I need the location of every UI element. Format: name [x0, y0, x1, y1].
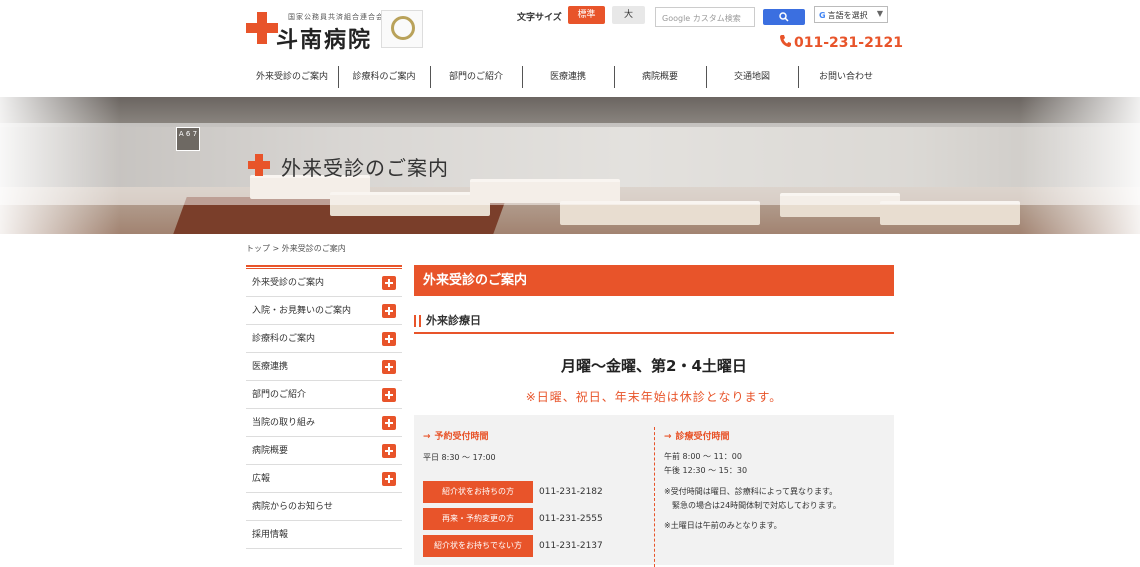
plus-icon[interactable]	[382, 276, 396, 290]
hero-cross-icon	[248, 154, 270, 176]
sidebar-item-outpatient[interactable]: 外来受診のご案内	[246, 269, 402, 297]
chevron-down-icon: ▼	[876, 9, 883, 18]
font-size-label: 文字サイズ	[517, 13, 562, 23]
site-header: 国家公務員共済組合連合会 斗南病院 文字サイズ 標準 大 Google カスタム…	[0, 0, 1140, 97]
logo-name: 斗南病院	[276, 28, 373, 53]
logo-subtitle: 国家公務員共済組合連合会	[288, 13, 384, 21]
phone-number[interactable]: 011-231-2121	[780, 35, 903, 51]
consultation-title: → 診療受付時間	[664, 432, 730, 442]
closed-note: ※日曜、祝日、年末年始は休診となります。	[525, 390, 783, 404]
sidebar-item-label: 入院・お見舞いのご案内	[252, 306, 352, 316]
arrow-icon: →	[423, 432, 431, 442]
revisit-button[interactable]: 再来・予約変更の方	[423, 508, 533, 530]
font-size-standard-button[interactable]: 標準	[568, 6, 605, 24]
nav-item-medical-cooperation[interactable]: 医療連携	[522, 66, 614, 88]
nav-item-contact[interactable]: お問い合わせ	[798, 66, 894, 88]
plus-icon[interactable]	[382, 304, 396, 318]
no-referral-tel[interactable]: 011-231-2137	[539, 535, 603, 557]
sidebar-item-label: 病院からのお知らせ	[252, 502, 333, 512]
sidebar-item-label: 病院概要	[252, 446, 289, 456]
language-select-label: 言語を選択	[827, 11, 868, 20]
sidebar-item-label: 広報	[252, 474, 271, 484]
phone-number-text: 011-231-2121	[794, 35, 904, 51]
sidebar-item-initiatives[interactable]: 当院の取り組み	[246, 409, 402, 437]
page-title: 外来受診のご案内	[281, 156, 449, 180]
referral-button[interactable]: 紹介状をお持ちの方	[423, 481, 533, 503]
hero-banner: A 6 7 外来受診のご案内	[0, 97, 1140, 234]
nav-item-divisions[interactable]: 部門のご紹介	[430, 66, 522, 88]
sidebar-item-label: 外来受診のご案内	[252, 278, 325, 288]
sidebar-item-label: 診療科のご案内	[252, 334, 316, 344]
nav-item-about[interactable]: 病院概要	[614, 66, 706, 88]
plus-icon[interactable]	[382, 416, 396, 430]
search-input[interactable]: Google カスタム検索	[655, 7, 755, 27]
consultation-pm: 午後 12:30 〜 15：30	[664, 466, 748, 475]
plus-icon[interactable]	[382, 360, 396, 374]
sidebar-item-label: 当院の取り組み	[252, 418, 316, 428]
clinic-days: 月曜〜金曜、第2・4土曜日	[561, 357, 747, 375]
sidebar-item-pr[interactable]: 広報	[246, 465, 402, 493]
plus-icon[interactable]	[382, 388, 396, 402]
box-divider	[654, 427, 655, 567]
search-button[interactable]	[763, 9, 805, 25]
nav-item-departments[interactable]: 診療科のご案内	[338, 66, 430, 88]
content-heading: 外来受診のご案内	[414, 265, 894, 296]
arrow-icon: →	[664, 432, 672, 442]
saturday-note: ※土曜日は午前のみとなります。	[664, 521, 782, 530]
google-icon: G	[819, 11, 826, 20]
sidebar-item-label: 部門のご紹介	[252, 390, 307, 400]
breadcrumb[interactable]: トップ > 外来受診のご案内	[246, 243, 346, 254]
reservation-hours: 平日 8:30 〜 17:00	[423, 453, 496, 462]
nav-item-outpatient[interactable]: 外来受診のご案内	[246, 66, 338, 88]
section-heading: 外来診療日	[414, 310, 894, 334]
room-sign: A 6 7	[176, 127, 200, 151]
plus-icon[interactable]	[382, 444, 396, 458]
revisit-tel[interactable]: 011-231-2555	[539, 508, 603, 530]
heading-bars-icon	[414, 315, 421, 327]
referral-tel[interactable]: 011-231-2182	[539, 481, 603, 503]
sidebar-item-about[interactable]: 病院概要	[246, 437, 402, 465]
sidebar-item-recruit[interactable]: 採用情報	[246, 521, 402, 549]
reservation-title: → 予約受付時間	[423, 432, 489, 442]
font-size-large-button[interactable]: 大	[612, 6, 645, 24]
sidebar-item-label: 医療連携	[252, 362, 289, 372]
main-content: 外来受診のご案内 外来診療日 月曜〜金曜、第2・4土曜日 ※日曜、祝日、年末年始…	[414, 265, 894, 567]
sidebar-item-label: 採用情報	[252, 530, 289, 540]
sidebar-item-news[interactable]: 病院からのお知らせ	[246, 493, 402, 521]
logo-cross-icon	[246, 12, 278, 44]
no-referral-button[interactable]: 紹介状をお持ちでない方	[423, 535, 533, 557]
phone-icon	[780, 35, 792, 51]
accreditation-seal-icon	[381, 10, 423, 48]
plus-icon[interactable]	[382, 332, 396, 346]
nav-item-access-map[interactable]: 交通地図	[706, 66, 798, 88]
language-select[interactable]: G 言語を選択 ▼	[814, 6, 888, 23]
global-nav: 外来受診のご案内 診療科のご案内 部門のご紹介 医療連携 病院概要 交通地図 お…	[246, 66, 894, 88]
hours-box: → 予約受付時間 平日 8:30 〜 17:00 紹介状をお持ちの方 011-23…	[414, 415, 894, 567]
consultation-am: 午前 8:00 〜 11：00	[664, 452, 742, 461]
sidebar-item-departments[interactable]: 診療科のご案内	[246, 325, 402, 353]
sidebar-menu: 外来受診のご案内 入院・お見舞いのご案内 診療科のご案内 医療連携 部門のご紹介…	[246, 265, 402, 549]
sidebar-item-admission[interactable]: 入院・お見舞いのご案内	[246, 297, 402, 325]
search-icon	[779, 12, 789, 22]
consultation-emergency-note: 緊急の場合は24時間体制で対応しております。	[672, 501, 841, 510]
sidebar-item-medical-cooperation[interactable]: 医療連携	[246, 353, 402, 381]
site-logo[interactable]: 国家公務員共済組合連合会 斗南病院	[246, 10, 424, 53]
plus-icon[interactable]	[382, 472, 396, 486]
sidebar-item-divisions[interactable]: 部門のご紹介	[246, 381, 402, 409]
consultation-note: ※受付時間は曜日、診療科によって異なります。	[664, 487, 838, 496]
